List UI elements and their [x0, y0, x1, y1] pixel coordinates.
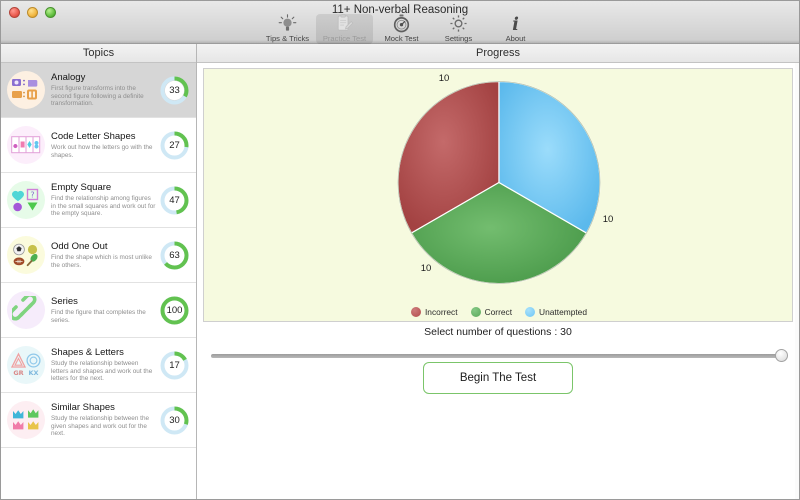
legend-swatch-incorrect: [410, 307, 421, 317]
legend-swatch-unattempted: [525, 307, 536, 317]
topic-title: Shapes & Letters: [51, 347, 124, 359]
legend-item-unattempted: Unattempted: [525, 307, 587, 317]
chain-link-icon: [7, 291, 45, 329]
begin-test-button[interactable]: Begin The Test: [423, 362, 573, 394]
legend-item-incorrect: Incorrect: [410, 307, 458, 317]
progress-ring: 47: [159, 185, 190, 216]
vertical-scrollbar[interactable]: [795, 63, 799, 499]
topic-description: Study the relationship between letters a…: [51, 360, 153, 383]
topic-title: Empty Square: [51, 182, 112, 194]
chart-legend: Incorrect Correct Unattempted: [204, 307, 794, 317]
toolbar-label: Practice Test: [322, 34, 367, 43]
clipboard-pencil-icon: [335, 14, 354, 33]
topic-description: Find the relationship among figures in t…: [51, 195, 156, 218]
topic-text: Code Letter Shapes Work out how the lett…: [45, 131, 159, 159]
progress-chart: 10 10 10 Incorrect Correct Unattempted: [203, 68, 793, 322]
sidebar-item-empty-square[interactable]: ? Empty Square Find the relationship amo…: [1, 173, 196, 228]
svg-text:10: 10: [439, 73, 450, 84]
progress-ring: 33: [159, 75, 190, 106]
legend-label: Unattempted: [539, 307, 587, 317]
topic-text: Similar Shapes Study the relationship be…: [45, 402, 159, 438]
gear-icon: [449, 14, 468, 33]
sidebar-header: Topics: [1, 44, 196, 63]
legend-swatch-correct: [470, 307, 481, 317]
progress-value: 33: [169, 84, 180, 96]
sidebar-item-shapes-and-letters[interactable]: GR KX Shapes & Letters Study the relatio…: [1, 338, 196, 393]
topic-title: Code Letter Shapes: [51, 130, 136, 142]
toolbar-item-settings[interactable]: Settings: [430, 14, 487, 44]
topic-list[interactable]: Analogy First figure transforms into the…: [1, 63, 196, 499]
svg-text:?: ?: [30, 191, 34, 200]
progress-value: 47: [169, 194, 180, 206]
progress-ring: 100: [159, 295, 190, 326]
odd-one-out-icon: [7, 236, 45, 274]
main-panel: Progress 10 10 10 Incorrect Correct Unat…: [197, 44, 799, 499]
legend-item-correct: Correct: [470, 307, 513, 317]
question-count-slider[interactable]: [211, 349, 788, 363]
topic-title: Analogy: [51, 72, 86, 84]
progress-value: 30: [169, 414, 180, 426]
toolbar-label: Tips & Tricks: [265, 34, 310, 43]
progress-value: 63: [169, 249, 180, 261]
legend-label: Incorrect: [424, 307, 458, 317]
toolbar: Tips & Tricks Practice Test Mock Test Se…: [259, 14, 544, 44]
similar-shapes-icon: [7, 401, 45, 439]
sidebar-item-analogy[interactable]: Analogy First figure transforms into the…: [1, 63, 196, 118]
topic-text: Odd One Out Find the shape which is most…: [45, 241, 159, 269]
pie-chart: 10 10 10: [204, 69, 794, 294]
topic-text: Empty Square Find the relationship among…: [45, 182, 159, 218]
slider-thumb[interactable]: [775, 349, 788, 362]
toolbar-label: Settings: [444, 34, 473, 43]
topic-title: Odd One Out: [51, 240, 108, 252]
empty-square-icon: ?: [7, 181, 45, 219]
title-bar: 11+ Non-verbal Reasoning Tips & Tricks P…: [1, 1, 799, 44]
progress-value: 100: [166, 304, 183, 316]
lightbulb-icon: [278, 14, 297, 33]
toolbar-item-tips-and-tricks[interactable]: Tips & Tricks: [259, 14, 316, 44]
sidebar-item-odd-one-out[interactable]: Odd One Out Find the shape which is most…: [1, 228, 196, 283]
progress-ring: 17: [159, 350, 190, 381]
topic-text: Shapes & Letters Study the relationship …: [45, 347, 159, 383]
sidebar-item-series[interactable]: Series Find the figure that completes th…: [1, 283, 196, 338]
toolbar-item-about[interactable]: i About: [487, 14, 544, 44]
topic-description: Find the shape which is most unlike the …: [51, 253, 152, 269]
sidebar-item-similar-shapes[interactable]: Similar Shapes Study the relationship be…: [1, 393, 196, 448]
topic-description: First figure transforms into the second …: [51, 85, 144, 108]
legend-label: Correct: [484, 307, 513, 317]
topic-description: Find the figure that completes the serie…: [51, 308, 146, 324]
topic-text: Series Find the figure that completes th…: [45, 296, 159, 324]
topic-title: Series: [51, 295, 78, 307]
topic-title: Similar Shapes: [51, 402, 115, 414]
stopwatch-icon: [392, 14, 411, 33]
svg-text:GR: GR: [13, 369, 23, 377]
question-count-label: Select number of questions : 30: [424, 326, 572, 338]
topic-text: Analogy First figure transforms into the…: [45, 72, 159, 108]
sidebar: Topics Analogy First figure transforms i…: [1, 44, 197, 499]
app-window: 11+ Non-verbal Reasoning Tips & Tricks P…: [0, 0, 800, 500]
progress-value: 17: [169, 359, 180, 371]
progress-value: 27: [169, 139, 180, 151]
analogy-icon: [7, 71, 45, 109]
code-letter-shapes-icon: [7, 126, 45, 164]
sidebar-item-code-letter-shapes[interactable]: Code Letter Shapes Work out how the lett…: [1, 118, 196, 173]
progress-ring: 27: [159, 130, 190, 161]
svg-text:i: i: [512, 15, 519, 33]
svg-text:KX: KX: [28, 369, 38, 377]
svg-text:10: 10: [421, 263, 432, 274]
info-icon: i: [506, 14, 525, 33]
toolbar-item-mock-test[interactable]: Mock Test: [373, 14, 430, 44]
svg-text:10: 10: [603, 214, 614, 225]
toolbar-label: Mock Test: [384, 34, 419, 43]
topic-description: Study the relationship between the given…: [51, 415, 150, 438]
main-header: Progress: [197, 44, 799, 63]
slider-track[interactable]: [211, 354, 787, 358]
topic-description: Work out how the letters go with the sha…: [51, 143, 153, 159]
toolbar-item-practice-test[interactable]: Practice Test: [316, 14, 373, 44]
toolbar-label: About: [505, 34, 526, 43]
progress-ring: 63: [159, 240, 190, 271]
shapes-letters-icon: GR KX: [7, 346, 45, 384]
progress-ring: 30: [159, 405, 190, 436]
